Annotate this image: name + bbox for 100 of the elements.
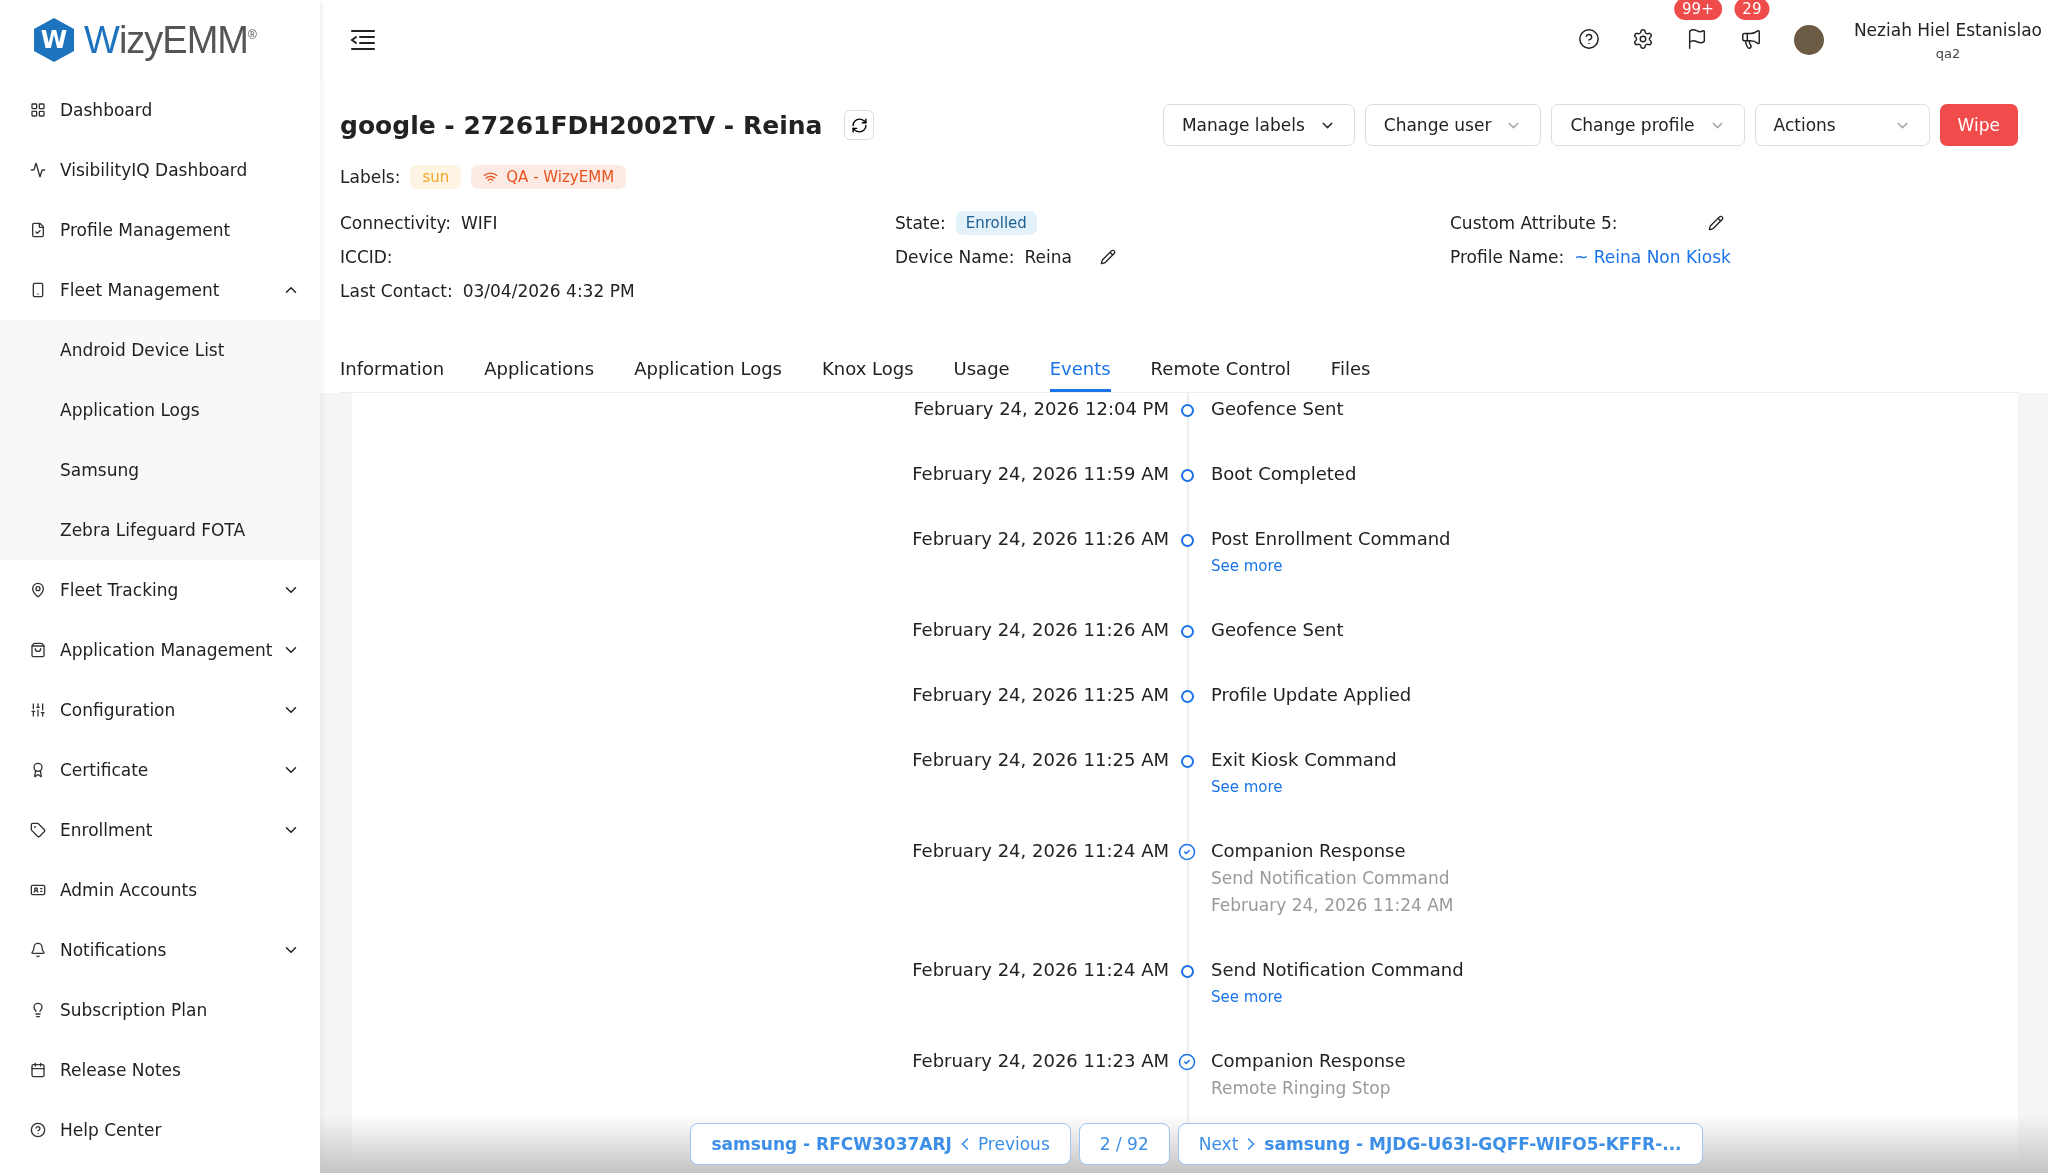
bell-icon <box>30 942 46 958</box>
see-more-link[interactable]: See more <box>1211 774 1283 800</box>
status-badge: Enrolled <box>955 211 1037 235</box>
phone-icon <box>30 282 46 298</box>
device-title: google - 27261FDH2002TV - Reina <box>340 110 823 140</box>
count-badge: 99+ <box>1674 0 1722 20</box>
timeline-dot <box>1180 404 1194 417</box>
field-label: State: <box>895 213 946 233</box>
sidebar-item[interactable]: Application Management <box>0 620 320 680</box>
event-title: Companion Response <box>1211 839 1406 863</box>
help-icon <box>30 1122 46 1138</box>
timeline-dot <box>1180 965 1194 978</box>
sidebar-subitem[interactable]: Zebra Lifeguard FOTA <box>0 500 320 560</box>
dropdown-button[interactable]: Manage labels <box>1162 104 1355 146</box>
wipe-button[interactable]: Wipe <box>1939 104 2018 146</box>
user-name: Neziah Hiel Estanislao <box>1853 19 2042 40</box>
field-label: Custom Attribute 5: <box>1450 213 1618 233</box>
field-value: Reina <box>1024 247 1072 267</box>
sidebar-item[interactable]: Fleet Tracking <box>0 560 320 620</box>
user-role: qa2 <box>1935 45 1961 61</box>
field-label: Connectivity: <box>340 213 451 233</box>
calendar-icon <box>30 1062 46 1078</box>
sidebar-subitem[interactable]: Application Logs <box>0 380 320 440</box>
field-label: Device Name: <box>895 247 1015 267</box>
sidebar-item[interactable]: VisibilityIQ Dashboard <box>0 140 320 200</box>
tab[interactable]: Information <box>340 350 445 392</box>
sidebar-item[interactable]: Configuration <box>0 680 320 740</box>
dropdown-button[interactable]: Change profile <box>1551 104 1745 146</box>
grid-icon <box>30 102 46 118</box>
field-value: WIFI <box>461 213 498 233</box>
tab[interactable]: Knox Logs <box>822 350 914 392</box>
sidebar-item[interactable]: Certificate <box>0 740 320 800</box>
map-pin-icon <box>30 582 46 598</box>
edit-icon[interactable] <box>1099 249 1116 265</box>
field-label: Labels: <box>340 167 401 187</box>
event-time: February 24, 2026 11:23 AM <box>911 1049 1169 1073</box>
logo-text: WizyEMM$^{®}$ <box>84 18 256 62</box>
chart-icon <box>30 162 46 178</box>
tag-icon <box>30 822 46 838</box>
event-time: February 24, 2026 11:24 AM <box>911 958 1169 982</box>
tab[interactable]: Application Logs <box>634 350 782 392</box>
event-time: February 24, 2026 11:26 AM <box>911 618 1169 642</box>
sidebar-item[interactable]: Dashboard <box>0 80 320 140</box>
sidebar-item[interactable]: Notifications <box>0 920 320 980</box>
refresh-icon <box>850 116 868 134</box>
megaphone-icon[interactable] <box>1739 28 1762 50</box>
field-label: Profile Name: <box>1450 247 1565 267</box>
dropdown-button[interactable]: Change user <box>1364 104 1542 146</box>
sidebar-subitem[interactable]: Android Device List <box>0 320 320 380</box>
edit-icon[interactable] <box>1707 215 1724 231</box>
timeline-dot <box>1180 690 1194 703</box>
event-detail: February 24, 2026 11:24 AM <box>1211 894 1454 917</box>
sliders-icon <box>30 702 46 718</box>
refresh-button[interactable] <box>844 110 875 140</box>
event-title: Exit Kiosk Command <box>1211 748 1397 772</box>
see-more-link[interactable]: See more <box>1211 984 1283 1010</box>
tab[interactable]: Files <box>1330 350 1371 392</box>
event-time: February 24, 2026 11:24 AM <box>911 839 1169 863</box>
file-check-icon <box>30 222 46 238</box>
event-time: February 24, 2026 11:26 AM <box>911 527 1169 551</box>
count-badge: 29 <box>1734 0 1770 20</box>
wifi-icon <box>483 169 499 185</box>
settings-icon[interactable] <box>1631 28 1654 50</box>
see-more-link[interactable]: See more <box>1211 553 1283 579</box>
tab[interactable]: Remote Control <box>1150 350 1291 392</box>
event-time: February 24, 2026 11:59 AM <box>911 462 1169 486</box>
tab[interactable]: Applications <box>484 350 595 392</box>
event-time: February 24, 2026 11:25 AM <box>911 683 1169 707</box>
event-time: February 24, 2026 11:25 AM <box>911 748 1169 772</box>
profile-link[interactable]: ~ Reina Non Kiosk <box>1574 247 1731 267</box>
field-label: Last Contact: <box>340 281 453 301</box>
sidebar-subitem[interactable]: Samsung <box>0 440 320 500</box>
sidebar-item[interactable]: Fleet Management <box>0 260 320 320</box>
label-tag: sun <box>410 165 462 189</box>
timeline-dot <box>1180 469 1194 482</box>
sidebar-item[interactable]: Profile Management <box>0 200 320 260</box>
event-title: Companion Response <box>1211 1049 1406 1073</box>
event-title: Boot Completed <box>1211 462 1357 486</box>
sidebar-item[interactable]: Enrollment <box>0 800 320 860</box>
menu-toggle-icon[interactable] <box>350 29 376 51</box>
bag-icon <box>30 642 46 658</box>
certificate-icon <box>30 762 46 778</box>
sidebar-item[interactable]: Release Notes <box>0 1040 320 1100</box>
sidebar-item[interactable]: Subscription Plan <box>0 980 320 1040</box>
dropdown-button[interactable]: Actions <box>1754 104 1930 146</box>
help-icon[interactable] <box>1577 28 1600 50</box>
label-tag: QA - WizyEMM <box>471 165 627 189</box>
tab[interactable]: Usage <box>953 350 1010 392</box>
avatar[interactable] <box>1793 25 1824 55</box>
event-title: Geofence Sent <box>1211 618 1344 642</box>
event-title: Profile Update Applied <box>1211 683 1412 707</box>
timeline-dot <box>1180 625 1194 638</box>
event-title: Post Enrollment Command <box>1211 527 1451 551</box>
sidebar-item[interactable]: Admin Accounts <box>0 860 320 920</box>
event-detail: Send Notification Command <box>1211 867 1450 890</box>
event-title: Send Notification Command <box>1211 958 1464 982</box>
field-value: 03/04/2026 4:32 PM <box>462 281 635 301</box>
check-circle-icon <box>1178 1053 1196 1071</box>
page-indicator: 2 / 92 <box>1078 1123 1170 1165</box>
sidebar-item[interactable]: Help Center <box>0 1100 320 1160</box>
